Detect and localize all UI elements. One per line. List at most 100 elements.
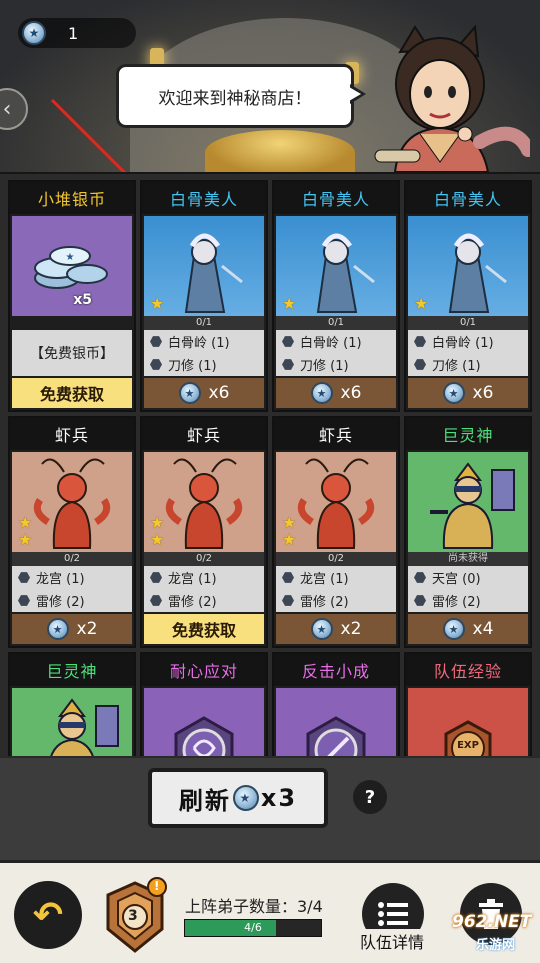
shard-progress: 0/1 [408, 316, 528, 330]
class-hex-icon [414, 595, 426, 606]
class-hex-icon [150, 595, 162, 606]
welcome-text: 欢迎来到神秘商店！ [158, 88, 312, 109]
watermark-logo: 962.NET [452, 912, 532, 932]
free-get-button[interactable]: 免费获取 [12, 378, 132, 408]
silver-coin-counter: ★ 1 [18, 18, 136, 48]
faction-hex-icon [282, 336, 294, 347]
watermark-sub-logo: 乐游网 [476, 938, 516, 953]
shop-card-skill[interactable]: 反击小成 [272, 652, 400, 764]
shop-card-hero[interactable]: 白骨美人 ★ 0/1 白骨岭 (1) 刀修 (1) ★ x6 [140, 180, 268, 412]
card-title: 虾兵 [142, 418, 266, 450]
shop-card-hero[interactable]: 虾兵 ★ ★ 0/2 龙宫 (1) 雷修 (2) ★ x2 [8, 416, 136, 648]
card-title: 虾兵 [10, 418, 134, 450]
gold-pile [205, 130, 355, 172]
silver-coin-icon: ★ [442, 382, 465, 404]
faction-hex-icon [414, 572, 426, 583]
trait-list: 龙宫 (1) 雷修 (2) [276, 566, 396, 612]
class-hex-icon [414, 359, 426, 370]
card-portrait: ★ ★ [12, 452, 132, 552]
shop-card-hero[interactable]: 虾兵 ★ ★ 0/2 龙宫 (1) 雷修 (2) 免费获取 [140, 416, 268, 648]
shop-card-hero[interactable]: 巨灵神 [8, 652, 136, 764]
trait-row: 天宫 (0) [408, 566, 528, 589]
shop-grid: 小堆银币 ★ x5 【免费银币】 免费获取 白骨美人 ★ 0/1 白骨岭 (1)… [0, 172, 540, 764]
card-title: 虾兵 [274, 418, 398, 450]
team-count-label: 上阵弟子数量：3/4 [185, 897, 323, 916]
skill-emblem-icon [174, 716, 234, 764]
trait-label: 龙宫 (1) [168, 572, 217, 587]
class-hex-icon [282, 595, 294, 606]
free-get-button[interactable]: 免费获取 [144, 614, 264, 644]
buy-price-button[interactable]: ★ x2 [12, 614, 132, 644]
trait-row: 白骨岭 (1) [144, 330, 264, 353]
faction-hex-icon [18, 572, 30, 583]
trait-row: 刀修 (1) [408, 353, 528, 376]
trait-row: 刀修 (1) [276, 353, 396, 376]
star-icon: ★ [282, 294, 297, 313]
card-portrait: ★ ★ [276, 452, 396, 552]
silver-coin-icon: ★ [310, 618, 333, 640]
coin-quantity: x5 [73, 292, 92, 308]
shop-header-scene: ★ 1 ‹ 欢迎来到神秘商店！ [0, 0, 540, 172]
refresh-cost: x3 [260, 784, 298, 812]
star-rating: ★ [282, 296, 296, 312]
shard-progress: 0/2 [144, 552, 264, 566]
card-portrait: ★ x5 [12, 216, 132, 316]
refresh-button[interactable]: 刷新 ★ x3 [148, 768, 328, 828]
trait-list: 白骨岭 (1) 刀修 (1) [276, 330, 396, 376]
shop-card-skill[interactable]: 耐心应对 [140, 652, 268, 764]
shard-progress: 0/2 [12, 552, 132, 566]
shop-card-exp[interactable]: 队伍经验 EXP [404, 652, 532, 764]
card-portrait [276, 688, 396, 764]
price-amount: x6 [340, 383, 362, 403]
trait-row: 白骨岭 (1) [276, 330, 396, 353]
class-hex-icon [150, 359, 162, 370]
level-number: 3 [128, 908, 138, 924]
side-expand-icon[interactable]: ‹ [0, 88, 28, 130]
buy-price-button[interactable]: ★ x6 [276, 378, 396, 408]
card-portrait: ★ [408, 216, 528, 316]
trait-row: 龙宫 (1) [12, 566, 132, 589]
card-portrait: ★ [276, 216, 396, 316]
list-icon [378, 902, 408, 926]
shopkeeper-portrait [374, 24, 530, 172]
star-rating: ★ ★ [18, 515, 32, 548]
back-button[interactable]: ↶ [14, 881, 82, 949]
help-button[interactable]: ? [353, 780, 387, 814]
card-portrait: EXP [408, 688, 528, 764]
star-icon: ★ [150, 513, 165, 532]
price-amount: x2 [340, 619, 362, 639]
team-detail-label: 队伍详情 [358, 929, 427, 953]
trait-row: 雷修 (2) [12, 589, 132, 612]
trait-label: 雷修 (2) [36, 595, 85, 610]
buy-price-button[interactable]: ★ x6 [144, 378, 264, 408]
shop-card-silver-coins[interactable]: 小堆银币 ★ x5 【免费银币】 免费获取 [8, 180, 136, 412]
card-title: 白骨美人 [142, 182, 266, 214]
card-title: 队伍经验 [406, 654, 530, 686]
shop-card-hero[interactable]: 巨灵神 尚未获得 天宫 (0) 雷修 (2) ★ x4 [404, 416, 532, 648]
shop-card-hero[interactable]: 白骨美人 ★ 0/1 白骨岭 (1) 刀修 (1) ★ x6 [272, 180, 400, 412]
free-coin-note: 【免费银币】 [12, 330, 132, 376]
shard-progress: 0/2 [276, 552, 396, 566]
buy-price-button[interactable]: ★ x2 [276, 614, 396, 644]
star-icon: ★ [18, 530, 33, 549]
shard-progress: 0/1 [276, 316, 396, 330]
shop-card-hero[interactable]: 白骨美人 ★ 0/1 白骨岭 (1) 刀修 (1) ★ x6 [404, 180, 532, 412]
silver-coin-icon: ★ [46, 618, 69, 640]
exp-badge-icon [444, 720, 492, 764]
trait-label: 白骨岭 (1) [432, 336, 494, 351]
star-icon: ★ [282, 530, 297, 549]
card-portrait [408, 452, 528, 552]
trait-label: 白骨岭 (1) [168, 336, 230, 351]
buy-price-button[interactable]: ★ x6 [408, 378, 528, 408]
buy-price-button[interactable]: ★ x4 [408, 614, 528, 644]
trait-list: 龙宫 (1) 雷修 (2) [12, 566, 132, 612]
giant-god-icon [48, 698, 119, 764]
trait-label: 刀修 (1) [432, 359, 481, 374]
silver-coin-icon: ★ [310, 382, 333, 404]
trait-label: 白骨岭 (1) [300, 336, 362, 351]
trait-label: 天宫 (0) [432, 572, 481, 587]
card-title: 巨灵神 [406, 418, 530, 450]
speech-bubble: 欢迎来到神秘商店！ [116, 64, 354, 128]
shop-card-hero[interactable]: 虾兵 ★ ★ 0/2 龙宫 (1) 雷修 (2) ★ x2 [272, 416, 400, 648]
card-portrait [12, 688, 132, 764]
